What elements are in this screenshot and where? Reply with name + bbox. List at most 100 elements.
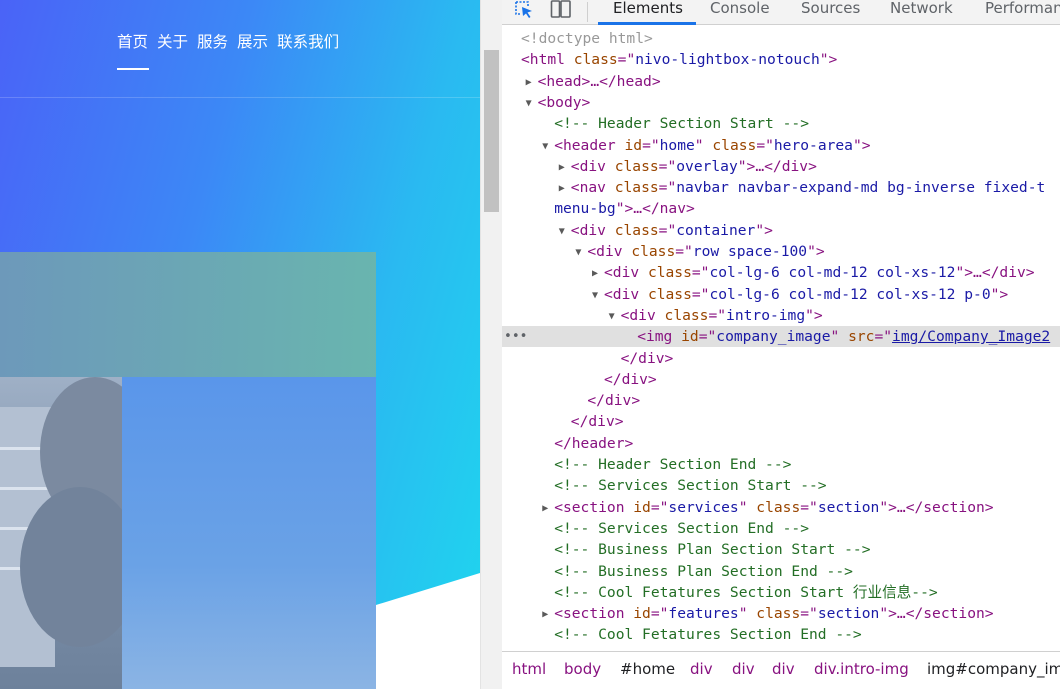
token-val: row space-100 [692,243,808,260]
dom-node[interactable]: </div> [502,369,1060,390]
breadcrumb: html body #home div div div div.intro-img img#c… [502,651,1060,689]
dom-node[interactable]: menu-bg">…</nav> [502,198,1060,219]
page-scrollbar[interactable] [480,0,502,689]
dom-node-content: ▶ <div class="col-lg-6 col-md-12 col-xs-1… [592,262,1035,284]
website-viewport: 首页 关于 服务 展示 联系我们 [0,0,480,689]
breadcrumb-item[interactable]: html [512,652,546,686]
expand-triangle-icon[interactable]: ▶ [559,157,571,178]
dom-node[interactable]: ▼ <div class="intro-img"> [502,305,1060,326]
dom-node[interactable]: <!-- Services Section Start --> [502,475,1060,496]
breadcrumb-item[interactable]: #home [620,652,675,686]
device-toolbar-icon[interactable] [550,0,572,20]
token-tag: =" [800,605,818,623]
token-attr: class [614,157,659,175]
collapse-triangle-icon[interactable]: ▼ [542,136,554,157]
dom-node[interactable]: ▶ <head>…</head> [502,71,1060,92]
token-tag: =" [658,221,677,239]
node-actions-icon[interactable]: ••• [504,326,527,347]
token-tag: " [738,605,757,623]
breadcrumb-item[interactable]: img#company_ima [927,652,1060,686]
dom-node[interactable]: </div> [502,348,1060,369]
dom-node[interactable]: ▼ <div class="col-lg-6 col-md-12 col-xs-1… [502,284,1060,305]
dom-node[interactable]: </header> [502,433,1060,454]
expand-triangle-icon[interactable]: ▶ [559,178,571,199]
dom-node[interactable]: <!-- Services Section End --> [502,518,1060,539]
dom-node[interactable]: <!-- Cool Fetatures Section End --> [502,624,1060,645]
nav-link-about[interactable]: 关于 [157,31,188,53]
inspect-element-icon[interactable] [514,0,536,20]
collapse-triangle-icon[interactable]: ▼ [559,221,571,242]
token-tag: =" [874,328,893,346]
collapse-triangle-icon[interactable]: ▼ [575,242,587,263]
tab-network[interactable]: Network [890,0,953,25]
dom-node[interactable]: ▼ <header id="home" class="hero-area"> [502,135,1060,156]
token-link[interactable]: img/Company_Image2 [892,328,1050,345]
expand-triangle-icon[interactable]: ▶ [526,72,538,93]
dom-node[interactable]: ▶ <section id="services" class="section">… [502,497,1060,518]
dom-node[interactable]: <!-- Business Plan Section Start --> [502,539,1060,560]
dom-node-content: ▼ <div class="row space-100"> [575,241,824,263]
dom-node-selected[interactable]: ••• <img id="company_image" src="img/Comp… [502,326,1060,348]
dom-node-content: <!-- Cool Fetatures Section End --> [554,624,862,645]
token-cmt: <!-- Business Plan Section End --> [554,562,853,580]
nav-link-home[interactable]: 首页 [117,31,148,53]
dom-node[interactable]: <!-- Business Plan Section End --> [502,561,1060,582]
dom-node[interactable]: <!-- Header Section End --> [502,454,1060,475]
token-tag: </section> [905,605,994,623]
token-tag: </section> [905,498,994,516]
breadcrumb-item[interactable]: div [732,652,755,686]
dom-node[interactable]: ▶ <div class="col-lg-6 col-md-12 col-xs-1… [502,262,1060,283]
dom-node-content: <html class="nivo-lightbox-notouch"> [521,49,837,70]
dom-node[interactable]: </div> [502,411,1060,432]
expand-triangle-icon[interactable]: ▶ [542,604,554,625]
token-tag: </head> [599,72,661,90]
tab-performance[interactable]: Performan [985,0,1060,25]
breadcrumb-item[interactable]: div [772,652,795,686]
tab-sources[interactable]: Sources [801,0,860,25]
dom-node[interactable]: ▶ <nav class="navbar navbar-expand-md bg-… [502,177,1060,198]
dom-node-content: <!doctype html> [521,28,653,49]
token-tag: <header [554,136,625,154]
scrollbar-thumb[interactable] [484,50,499,212]
token-tag: "> [615,200,634,218]
token-tag: <div [587,243,632,260]
dom-node[interactable]: ▼ <body> [502,92,1060,113]
company-image-panel [122,377,376,689]
dom-node[interactable]: <!-- Header Section Start --> [502,113,1060,134]
token-attr: id [633,605,651,623]
token-attr: id [681,328,699,346]
breadcrumb-item[interactable]: body [564,652,601,686]
token-tag: </div> [981,264,1035,282]
dom-node-content: <!-- Services Section Start --> [554,475,826,496]
breadcrumb-item[interactable]: div.intro-img [814,652,909,686]
token-tag: =" [650,605,669,623]
dom-node[interactable]: <html class="nivo-lightbox-notouch"> [502,49,1060,70]
token-tag: </div> [587,392,641,410]
dom-node[interactable]: <!doctype html> [502,28,1060,49]
dom-node[interactable]: ▼ <div class="row space-100"> [502,241,1060,262]
dom-node[interactable]: <!-- Cool Fetatures Section Start 行业信息--… [502,582,1060,603]
collapse-triangle-icon[interactable]: ▼ [592,285,604,306]
nav-link-contact[interactable]: 联系我们 [277,31,339,53]
token-val: intro-img [726,306,806,324]
collapse-triangle-icon[interactable]: ▼ [526,93,538,114]
token-tag: <img [637,328,682,346]
dom-node-content: ▶ <div class="overlay">…</div> [559,156,817,178]
dom-node[interactable]: ▼ <div class="container"> [502,220,1060,241]
token-val: container [676,221,756,239]
token-attr: class [664,306,709,324]
dom-node[interactable]: ▶ <div class="overlay">…</div> [502,156,1060,177]
expand-triangle-icon[interactable]: ▶ [542,498,554,519]
token-tag: =" [691,285,710,303]
nav-link-showcase[interactable]: 展示 [237,31,268,53]
dom-node[interactable]: ▶ <section id="features" class="section">… [502,603,1060,624]
expand-triangle-icon[interactable]: ▶ [592,263,604,284]
dom-node-content: ▼ <body> [526,92,591,114]
collapse-triangle-icon[interactable]: ▼ [609,306,621,327]
dom-node[interactable]: </div> [502,390,1060,411]
token-ell: … [973,264,982,282]
tab-console[interactable]: Console [710,0,770,25]
breadcrumb-item[interactable]: div [690,652,713,686]
nav-link-services[interactable]: 服务 [197,31,228,53]
dom-tree: <!doctype html> <html class="nivo-lightbo… [502,28,1060,648]
